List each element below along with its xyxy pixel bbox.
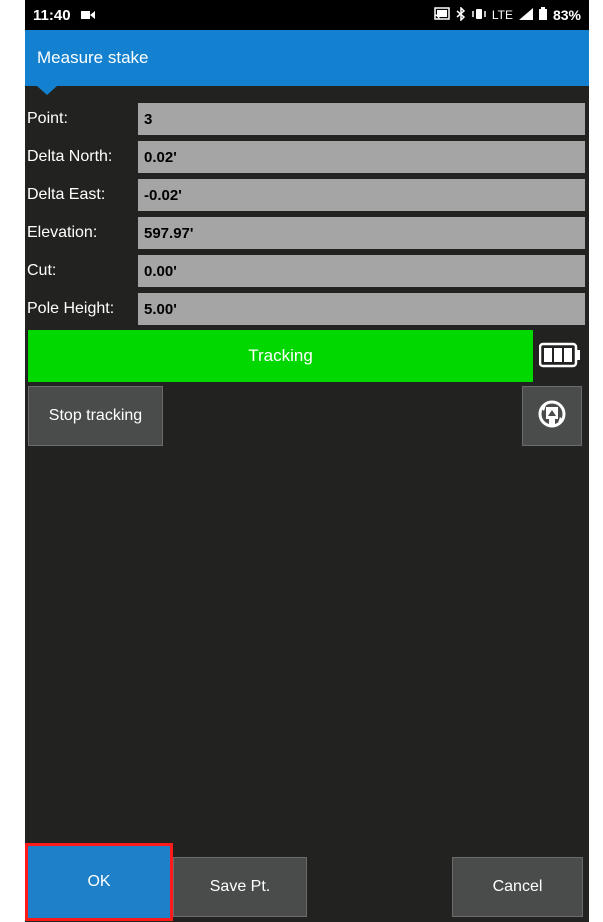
field-label-elevation: Elevation: — [27, 224, 98, 241]
field-label-pole-height: Pole Height: — [27, 300, 115, 317]
status-time: 11:40 — [33, 6, 71, 24]
field-value-elevation[interactable]: 597.97' — [138, 217, 585, 249]
status-bar: 11:40 LTE 83% — [25, 0, 589, 30]
field-row-delta-east: Delta East: -0.02' — [25, 176, 589, 214]
save-point-button[interactable]: Save Pt. — [173, 857, 307, 917]
save-point-label: Save Pt. — [209, 878, 271, 895]
page-title: Measure stake — [37, 48, 149, 67]
tracking-status-bar: Tracking — [28, 330, 533, 382]
prism-settings-icon — [536, 398, 568, 435]
app-frame: 11:40 LTE 83% Measure stake Point: 3 Del… — [25, 0, 589, 922]
battery-percent: 83% — [552, 7, 581, 23]
field-row-pole-height: Pole Height: 5.00' — [25, 290, 589, 328]
ok-label: OK — [87, 873, 111, 890]
field-value-delta-east[interactable]: -0.02' — [138, 179, 585, 211]
video-record-icon — [80, 7, 95, 24]
field-value-pole-height[interactable]: 5.00' — [138, 293, 585, 325]
battery-status-icon — [538, 7, 547, 23]
battery-icon — [538, 342, 581, 368]
vibrate-icon — [472, 8, 486, 23]
field-label-delta-north: Delta North: — [27, 148, 113, 165]
prism-settings-button[interactable] — [522, 386, 582, 446]
ok-button[interactable]: OK — [25, 843, 173, 921]
title-notch — [37, 86, 57, 95]
network-type: LTE — [491, 8, 513, 22]
cancel-label: Cancel — [492, 878, 543, 895]
stop-tracking-button[interactable]: Stop tracking — [28, 386, 163, 446]
field-label-point: Point: — [27, 110, 68, 127]
cast-icon — [434, 7, 450, 23]
field-row-elevation: Elevation: 597.97' — [25, 214, 589, 252]
field-value-delta-north[interactable]: 0.02' — [138, 141, 585, 173]
field-row-point: Point: 3 — [25, 100, 589, 138]
field-label-cut: Cut: — [27, 262, 57, 279]
tracking-status-label: Tracking — [248, 346, 313, 365]
field-label-delta-east: Delta East: — [27, 186, 106, 203]
signal-icon — [518, 7, 533, 23]
bluetooth-icon — [456, 5, 466, 24]
field-row-cut: Cut: 0.00' — [25, 252, 589, 290]
page-title-bar: Measure stake — [25, 30, 589, 86]
field-value-cut[interactable]: 0.00' — [138, 255, 585, 287]
field-value-point[interactable]: 3 — [138, 103, 585, 135]
stop-tracking-label: Stop tracking — [48, 407, 143, 424]
field-row-delta-north: Delta North: 0.02' — [25, 138, 589, 176]
cancel-button[interactable]: Cancel — [452, 857, 583, 917]
